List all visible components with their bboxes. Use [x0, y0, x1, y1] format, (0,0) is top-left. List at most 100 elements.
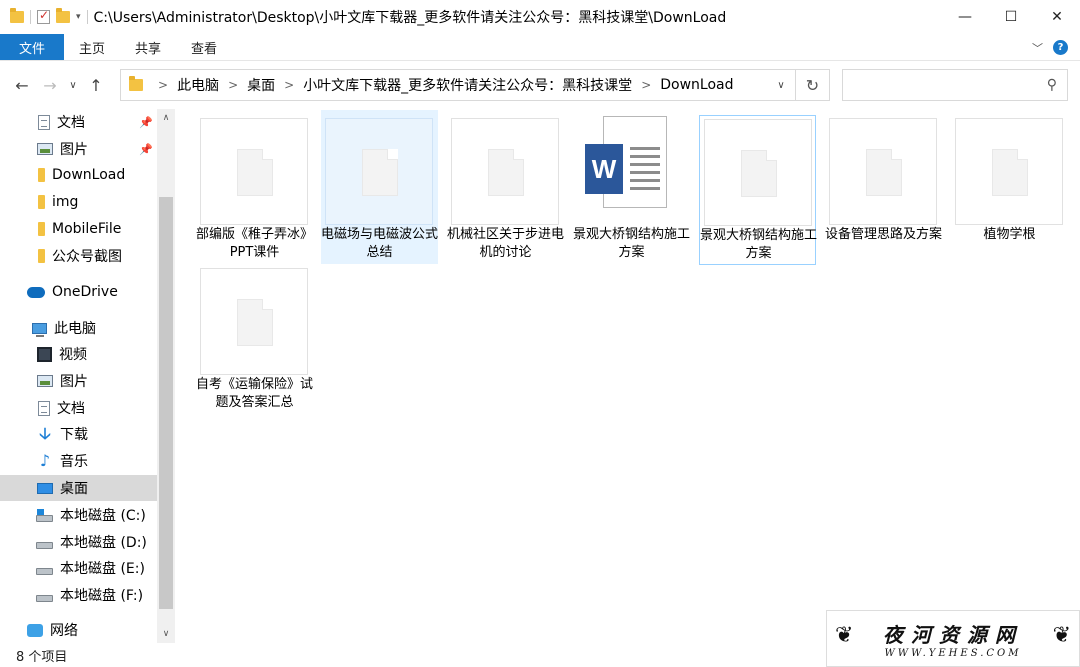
help-icon[interactable]: ?: [1053, 40, 1068, 55]
ornament-icon: ❦: [1052, 623, 1071, 648]
scrollbar-thumb[interactable]: [159, 197, 173, 609]
sidebar-item-label: 公众号截图: [52, 249, 122, 265]
sidebar-item-label: 视频: [59, 347, 87, 363]
file-item[interactable]: 机械社区关于步进电机的讨论: [447, 110, 564, 260]
sidebar-item-drive-c[interactable]: 本地磁盘 (C:): [0, 502, 157, 528]
tab-share[interactable]: 共享: [120, 34, 176, 60]
video-icon: [37, 346, 52, 362]
close-button[interactable]: ✕: [1034, 0, 1080, 34]
sidebar-item-label: MobileFile: [52, 221, 122, 237]
tab-file[interactable]: 文件: [0, 34, 64, 60]
file-name: 部编版《稚子弄冰》PPT课件: [196, 227, 314, 260]
up-button[interactable]: ↑: [82, 71, 110, 99]
file-view: 部编版《稚子弄冰》PPT课件 电磁场与电磁波公式总结 机械社区关于步进电机的讨论…: [176, 109, 1080, 643]
address-dropdown-icon[interactable]: ∨: [769, 70, 793, 100]
folder-icon: [38, 222, 45, 236]
breadcrumb-desktop[interactable]: 桌面: [247, 75, 275, 95]
sidebar-item-label: 此电脑: [54, 321, 96, 337]
back-button[interactable]: ←: [8, 71, 36, 99]
scroll-up-icon[interactable]: ∧: [157, 109, 175, 127]
breadcrumb-folder[interactable]: 小叶文库下载器_更多软件请关注公众号：黑科技课堂: [303, 75, 632, 95]
divider: [30, 10, 31, 24]
breadcrumb-download[interactable]: DownLoad: [660, 77, 733, 93]
item-count: 8 个项目: [16, 649, 68, 665]
search-input[interactable]: [849, 70, 1039, 100]
music-icon: ♪: [39, 451, 51, 470]
sidebar-item-documents[interactable]: 文档: [0, 395, 157, 421]
recent-locations-button[interactable]: ∨: [64, 71, 82, 99]
search-icon[interactable]: ⚲: [1047, 77, 1057, 93]
sidebar-item-label: OneDrive: [52, 284, 118, 300]
file-name: 电磁场与电磁波公式总结: [321, 227, 439, 260]
picture-icon: [37, 375, 53, 387]
chevron-right-icon[interactable]: >: [641, 78, 651, 92]
file-thumbnail: [955, 118, 1063, 225]
breadcrumb-this-pc[interactable]: 此电脑: [177, 75, 219, 95]
sidebar-item-img[interactable]: img: [0, 189, 157, 215]
watermark-url: WWW.YEHES.COM: [884, 647, 1022, 659]
sidebar-item-label: 文档: [57, 115, 85, 131]
file-item[interactable]: 电磁场与电磁波公式总结: [321, 110, 438, 264]
tab-view[interactable]: 查看: [176, 34, 232, 60]
new-folder-icon[interactable]: [56, 8, 70, 23]
sidebar-item-music[interactable]: ♪ 音乐: [0, 448, 157, 474]
properties-icon[interactable]: [37, 8, 50, 24]
sidebar-item-this-pc[interactable]: 此电脑: [0, 315, 157, 341]
tab-home[interactable]: 主页: [64, 34, 120, 60]
sidebar-item-documents-quick[interactable]: 文档 📌: [0, 109, 157, 135]
navigation-pane: 文档 📌 图片 📌 DownLoad img MobileFile 公众号截图 …: [0, 109, 175, 643]
chevron-right-icon[interactable]: >: [158, 78, 168, 92]
address-bar[interactable]: > 此电脑 > 桌面 > 小叶文库下载器_更多软件请关注公众号：黑科技课堂 > Down…: [120, 69, 830, 101]
file-item[interactable]: 景观大桥钢结构施工方案: [699, 115, 817, 265]
blank-file-icon: [362, 149, 398, 196]
sidebar-item-desktop[interactable]: 桌面: [0, 475, 157, 501]
download-icon: 🡣: [39, 424, 51, 443]
forward-button[interactable]: →: [36, 71, 64, 99]
sidebar-item-wechat-screenshots[interactable]: 公众号截图: [0, 243, 157, 269]
file-name: 机械社区关于步进电机的讨论: [447, 227, 565, 260]
network-icon: [27, 623, 43, 637]
file-item[interactable]: 自考《运输保险》试题及答案汇总: [196, 260, 313, 430]
chevron-right-icon[interactable]: >: [284, 78, 294, 92]
sidebar-item-drive-e[interactable]: 本地磁盘 (E:): [0, 555, 157, 581]
file-name: 设备管理思路及方案: [825, 227, 943, 242]
sidebar-item-drive-f[interactable]: 本地磁盘 (F:): [0, 582, 157, 608]
blank-file-icon: [741, 150, 777, 197]
maximize-button[interactable]: ☐: [988, 0, 1034, 34]
document-icon: [38, 114, 50, 130]
folder-icon: [38, 249, 45, 263]
file-thumbnail: [704, 119, 812, 226]
blank-file-icon: [866, 149, 902, 196]
sidebar-item-pictures[interactable]: 图片: [0, 368, 157, 394]
file-thumbnail: [829, 118, 937, 225]
sidebar-item-mobilefile[interactable]: MobileFile: [0, 216, 157, 242]
file-item[interactable]: W 景观大桥钢结构施工方案: [573, 110, 690, 260]
sidebar-item-pictures-quick[interactable]: 图片 📌: [0, 136, 157, 162]
sidebar-item-videos[interactable]: 视频: [0, 341, 157, 367]
file-item[interactable]: 部编版《稚子弄冰》PPT课件: [196, 110, 313, 260]
word-badge: W: [585, 144, 623, 194]
blank-file-icon: [237, 149, 273, 196]
expand-ribbon-icon[interactable]: ﹀: [1032, 40, 1043, 56]
sidebar-scrollbar[interactable]: ∧ ∨: [157, 109, 175, 643]
file-item[interactable]: 设备管理思路及方案: [825, 110, 942, 258]
sidebar-item-onedrive[interactable]: OneDrive: [0, 279, 157, 305]
sidebar-item-downloads[interactable]: 🡣 下载: [0, 421, 157, 447]
sidebar-item-download[interactable]: DownLoad: [0, 162, 157, 188]
search-box[interactable]: ⚲: [842, 69, 1068, 101]
customize-toolbar-icon[interactable]: ▾: [76, 12, 81, 22]
document-icon: [38, 400, 50, 416]
watermark-title: 夜河资源网: [883, 622, 1023, 647]
sidebar-item-label: 本地磁盘 (C:): [60, 508, 146, 524]
sidebar-item-network[interactable]: 网络: [0, 617, 157, 643]
scroll-down-icon[interactable]: ∨: [157, 625, 175, 643]
file-name: 景观大桥钢结构施工方案: [573, 227, 691, 260]
sidebar-item-drive-d[interactable]: 本地磁盘 (D:): [0, 529, 157, 555]
sidebar-item-label: 本地磁盘 (D:): [60, 535, 147, 551]
chevron-right-icon[interactable]: >: [228, 78, 238, 92]
file-item[interactable]: 植物学根: [951, 110, 1068, 258]
pin-icon: 📌: [139, 115, 153, 129]
minimize-button[interactable]: —: [942, 0, 988, 34]
refresh-button[interactable]: ↻: [795, 70, 829, 100]
desktop-icon: [37, 482, 53, 494]
